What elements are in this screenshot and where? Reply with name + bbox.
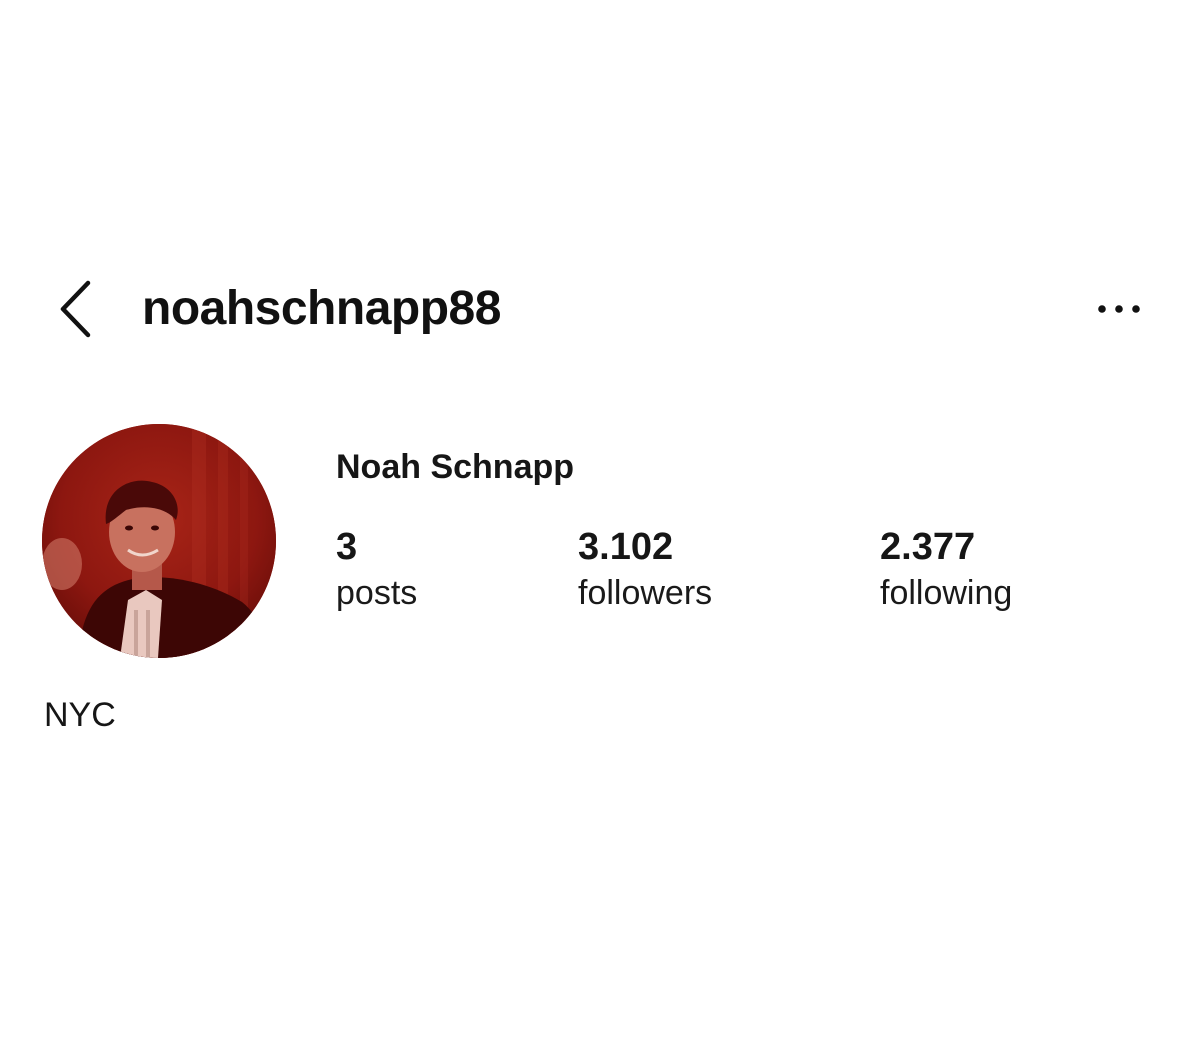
profile-avatar[interactable] bbox=[42, 424, 276, 658]
posts-label: posts bbox=[336, 574, 418, 612]
profile-bio: NYC bbox=[44, 696, 116, 734]
back-button[interactable] bbox=[50, 278, 100, 342]
profile-display-name: Noah Schnapp bbox=[336, 448, 575, 486]
posts-stat[interactable]: 3 posts bbox=[336, 524, 417, 614]
more-options-button[interactable] bbox=[1092, 292, 1152, 326]
followers-stat[interactable]: 3.102 followers bbox=[578, 524, 712, 614]
chevron-left-icon bbox=[50, 278, 100, 342]
followers-label: followers bbox=[578, 574, 713, 612]
following-stat[interactable]: 2.377 following bbox=[880, 524, 1012, 614]
following-label: following bbox=[880, 574, 1013, 612]
followers-count: 3.102 bbox=[578, 526, 674, 568]
posts-count: 3 bbox=[336, 526, 358, 568]
following-count: 2.377 bbox=[880, 526, 976, 568]
more-horizontal-icon bbox=[1092, 292, 1152, 326]
profile-username: noahschnapp88 bbox=[142, 282, 501, 335]
